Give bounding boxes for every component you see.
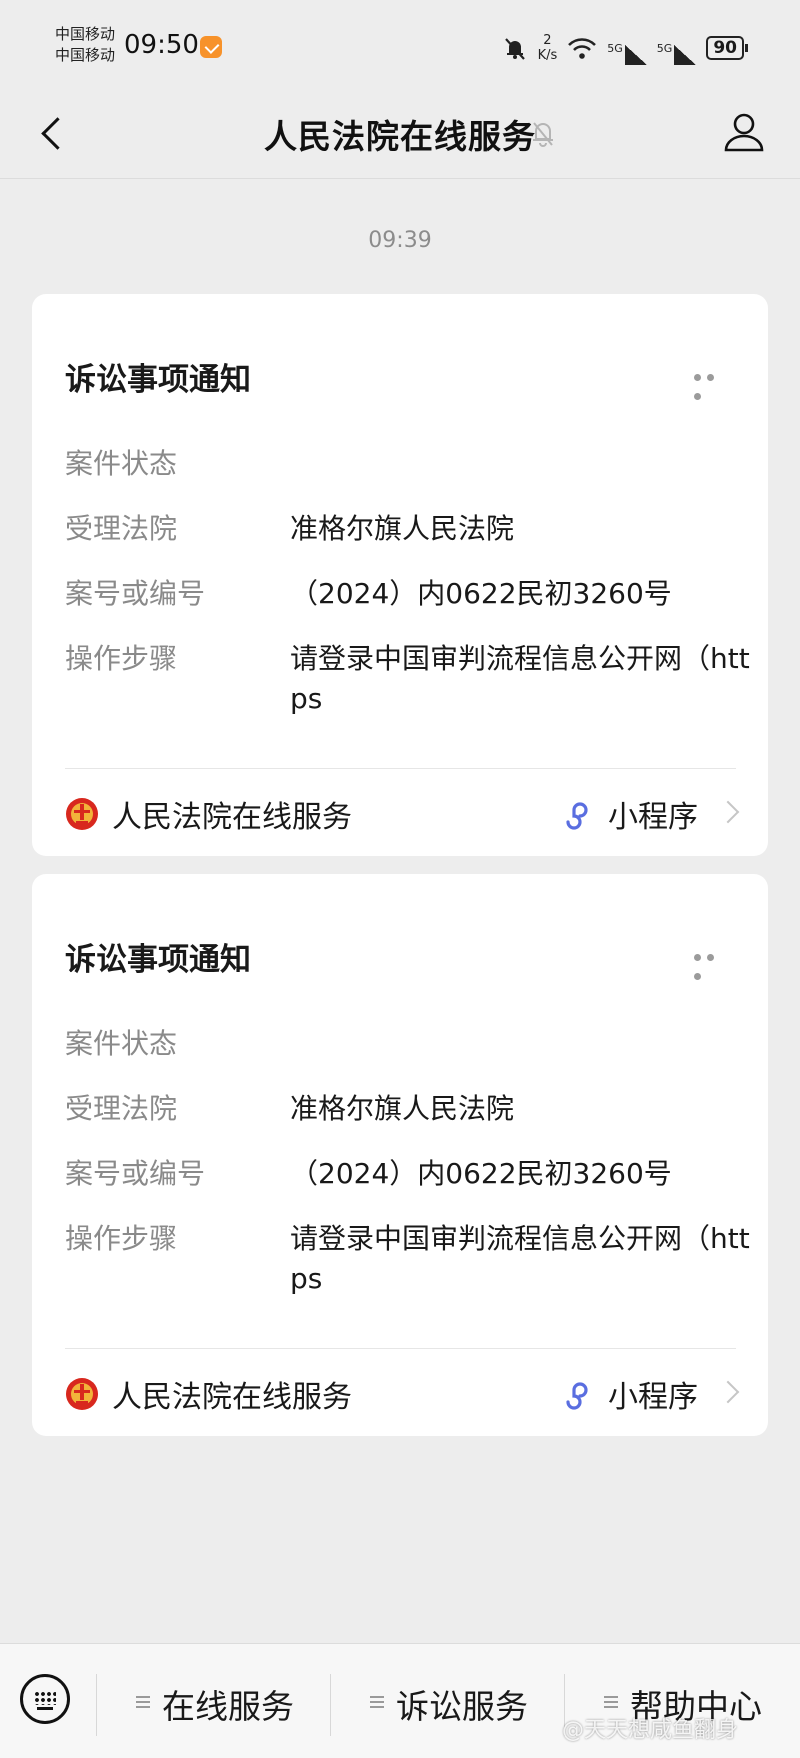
card-divider [65,1348,736,1349]
carrier-1: 中国移动 [55,25,116,43]
field-label: 操作步骤 [65,642,178,675]
speed-unit: K/s [537,48,558,63]
app-notification-icon [200,36,222,58]
status-bar: 中国移动 中国移动 09:50 2 K/s 5G 5G 90 [0,0,800,90]
menu-label: 在线服务 [162,1687,294,1726]
mini-program-name: 人民法院在线服务 [112,800,352,835]
menu-divider [96,1674,97,1736]
signal-2-icon: 5G [656,41,697,65]
field-label: 受理法院 [65,512,178,545]
menu-list-icon [604,1696,618,1708]
field-value: 准格尔旗人民法院 [290,512,515,545]
chevron-right-icon [716,1380,740,1404]
chat-header: 人民法院在线服务 [0,90,800,179]
carrier-names: 中国移动 中国移动 [55,24,115,66]
menu-divider [330,1674,331,1736]
field-label: 案号或编号 [65,577,206,610]
more-options-icon[interactable] [694,946,732,980]
speed-value: 2 [543,33,552,48]
page-title: 人民法院在线服务 [264,117,536,156]
card-divider [65,768,736,769]
chevron-right-icon [716,800,740,824]
menu-list-icon [136,1696,150,1708]
field-value: （2024）内0622民初3260号 [290,577,672,610]
court-emblem-icon [66,1378,98,1410]
card-title: 诉讼事项通知 [65,362,251,398]
message-timestamp: 09:39 [368,228,432,253]
mini-program-icon [566,1382,588,1410]
field-value: 准格尔旗人民法院 [290,1092,515,1125]
battery-level: 90 [713,38,737,58]
field-value: 请登录中国审判流程信息公开网（https [290,642,750,715]
field-value: （2024）内0622民初3260号 [290,1157,672,1190]
signal-1-label: 5G [607,41,623,55]
mini-program-link[interactable]: 人民法院在线服务 小程序 [32,1354,768,1434]
battery-icon: 90 [706,36,748,60]
field-label: 案号或编号 [65,1157,206,1190]
status-time: 09:50 [124,30,199,60]
menu-label: 诉讼服务 [396,1687,528,1726]
muted-bell-icon [533,122,553,147]
mini-program-label: 小程序 [608,1380,698,1415]
watermark: @天天想咸鱼翻身 [562,1718,739,1743]
field-row-steps: 操作步骤 请登录中国审判流程信息公开网（https [65,639,750,723]
field-label: 案件状态 [65,447,178,480]
court-emblem-icon [66,798,98,830]
field-label: 受理法院 [65,1092,178,1125]
field-value: 请登录中国审判流程信息公开网（https [290,1222,750,1295]
field-label: 案件状态 [65,1027,178,1060]
status-indicators: 2 K/s 5G 5G 90 [502,28,748,68]
mini-program-label: 小程序 [608,800,698,835]
mini-program-link[interactable]: 人民法院在线服务 小程序 [32,774,768,854]
card-title: 诉讼事项通知 [65,942,251,978]
profile-icon[interactable] [722,110,766,154]
network-speed: 2 K/s [538,33,558,63]
signal-2-label: 5G [656,41,673,55]
more-options-icon[interactable] [694,366,732,400]
mute-notification-icon [504,38,525,60]
signal-1-icon: 5G [607,41,647,65]
wifi-icon [568,38,597,59]
field-row-steps: 操作步骤 请登录中国审判流程信息公开网（https [65,1219,750,1303]
carrier-2: 中国移动 [55,46,116,64]
keyboard-icon[interactable] [20,1674,70,1724]
field-label: 操作步骤 [65,1222,178,1255]
notification-card[interactable]: 诉讼事项通知 案件状态 受理法院 准格尔旗人民法院 案号或编号 （2024）内0… [32,294,768,856]
menu-list-icon [370,1696,384,1708]
notification-card[interactable]: 诉讼事项通知 案件状态 受理法院 准格尔旗人民法院 案号或编号 （2024）内0… [32,874,768,1436]
mini-program-name: 人民法院在线服务 [112,1380,352,1415]
mini-program-icon [566,802,588,830]
